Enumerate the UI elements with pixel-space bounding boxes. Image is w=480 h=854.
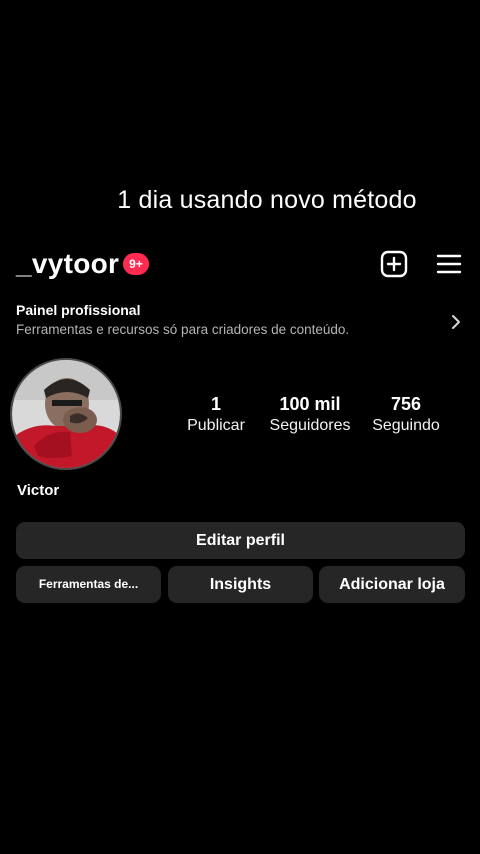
avatar[interactable]: [10, 358, 122, 470]
professional-tools-button[interactable]: Ferramentas de...: [16, 566, 161, 603]
profile-stats: 1 Publicar 100 mil Seguidores 756 Seguin…: [176, 393, 448, 441]
edit-profile-button[interactable]: Editar perfil: [16, 522, 465, 559]
notification-badge[interactable]: 9+: [123, 253, 149, 275]
profile-header: _vytoor 9+: [16, 246, 464, 282]
professional-dashboard-link[interactable]: Painel profissional Ferramentas e recurs…: [16, 300, 464, 344]
display-name: Victor: [17, 482, 60, 499]
followers-stat[interactable]: 100 mil Seguidores: [264, 393, 356, 437]
chevron-right-icon: [450, 313, 462, 331]
add-shop-button[interactable]: Adicionar loja: [319, 566, 465, 603]
insights-button[interactable]: Insights: [168, 566, 313, 603]
followers-count: 100 mil: [279, 394, 341, 414]
posts-count: 1: [210, 394, 221, 414]
hamburger-menu-icon[interactable]: [435, 250, 463, 278]
posts-stat[interactable]: 1 Publicar: [176, 393, 256, 437]
following-label: Seguindo: [372, 417, 440, 434]
professional-panel-title: Painel profissional: [16, 302, 141, 318]
username[interactable]: _vytoor: [16, 248, 119, 280]
posts-label: Publicar: [187, 417, 245, 434]
followers-label: Seguidores: [269, 417, 351, 434]
new-post-icon[interactable]: [380, 250, 408, 278]
following-stat[interactable]: 756 Seguindo: [364, 393, 448, 437]
video-caption-overlay: 1 dia usando novo método: [117, 186, 417, 214]
following-count: 756: [390, 394, 422, 414]
professional-panel-subtitle: Ferramentas e recursos só para criadores…: [16, 322, 350, 337]
